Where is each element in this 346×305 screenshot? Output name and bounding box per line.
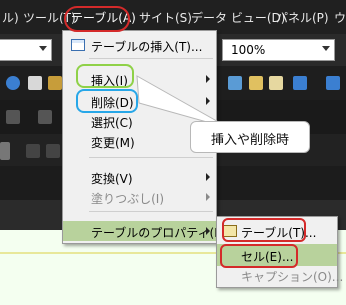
annotation-callout: 挿入や削除時 xyxy=(190,121,310,153)
callout-text: 挿入や削除時 xyxy=(210,133,289,148)
